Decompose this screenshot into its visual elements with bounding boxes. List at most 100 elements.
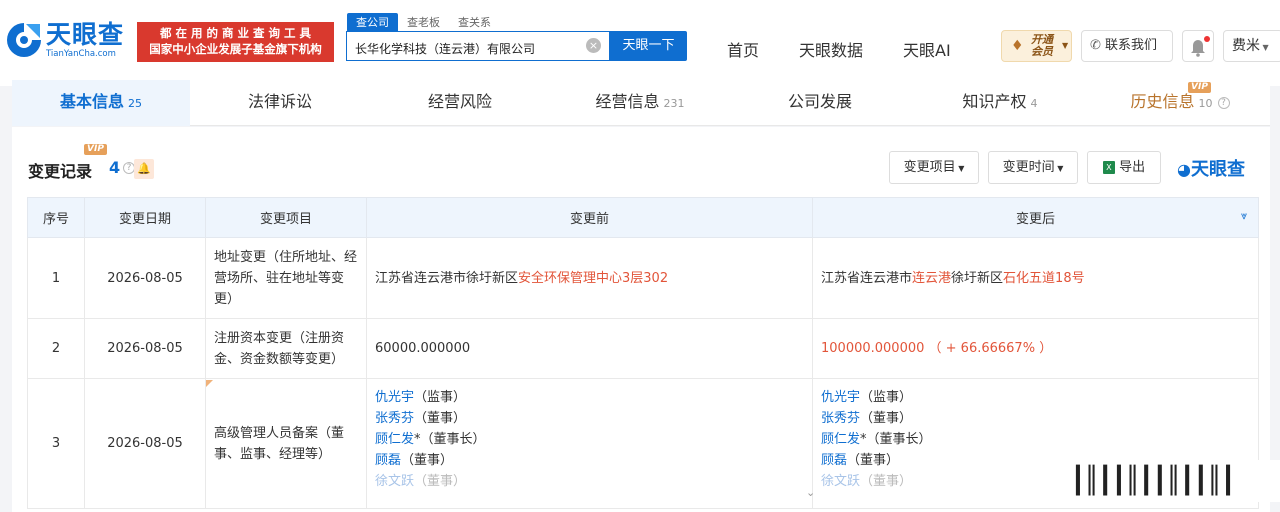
- nav-ai[interactable]: 天眼AI: [903, 37, 951, 61]
- tab-count: 4: [1030, 97, 1038, 110]
- export-button[interactable]: X 导出: [1087, 151, 1161, 184]
- alert-bell-icon[interactable]: 🔔: [134, 159, 154, 179]
- row-after: 江苏省连云港市连云港徐圩新区石化五道18号: [812, 237, 1259, 319]
- row-before: 江苏省连云港市徐圩新区安全环保管理中心3层302: [366, 237, 813, 319]
- before-highlight: 安全环保管理中心3层302: [518, 270, 669, 286]
- row-before: 60000.000000: [366, 318, 813, 379]
- notification-button[interactable]: [1182, 30, 1214, 62]
- after-text: 江苏省连云港市: [821, 270, 913, 286]
- row-date: 2026-08-05: [84, 378, 206, 509]
- before-text: 江苏省连云港市徐圩新区: [375, 270, 519, 286]
- person-link[interactable]: 仇光宇: [821, 390, 860, 405]
- person-entry: 顾磊（董事）: [375, 450, 804, 471]
- row-number: 3: [27, 378, 85, 509]
- row-number: 1: [27, 237, 85, 319]
- logo-domain: TianYanCha.com: [46, 48, 116, 59]
- button-label: 变更时间: [1002, 160, 1055, 175]
- after-highlight: 连云港: [912, 270, 952, 286]
- search-input[interactable]: 长华化学科技（连云港）有限公司: [346, 31, 610, 61]
- slogan-banner[interactable]: 都 在 用 的 商 业 查 询 工 具 国家中小企业发展子基金旗下机构: [137, 22, 334, 62]
- person-entry: 顾仁发*（董事长）: [821, 429, 1250, 450]
- user-menu[interactable]: 费米 ▼: [1223, 30, 1280, 62]
- person-entry: 顾仁发*（董事长）: [375, 429, 804, 450]
- person-link[interactable]: 张秀芬: [375, 411, 414, 426]
- tab-label: 法律诉讼: [247, 92, 312, 111]
- brand-watermark: ◕天眼查: [1177, 155, 1245, 181]
- person-role: （董事）: [860, 411, 913, 426]
- contact-button[interactable]: ✆ 联系我们: [1081, 30, 1173, 62]
- contact-label: 联系我们: [1105, 38, 1158, 53]
- column-header: 变更后: [812, 197, 1259, 238]
- search-tab-boss[interactable]: 查老板: [398, 13, 449, 31]
- tab-ip[interactable]: 知识产权 4: [910, 80, 1090, 126]
- person-link[interactable]: 顾磊: [375, 453, 401, 468]
- expand-more-icon[interactable]: ⌄: [806, 486, 815, 499]
- tab-label: 经营信息: [595, 92, 660, 111]
- nav-data[interactable]: 天眼数据: [799, 37, 863, 61]
- image-watermark: ┃║┃┃║┃┃║┃┃║┃: [1060, 460, 1280, 502]
- person-link[interactable]: 顾磊: [821, 453, 847, 468]
- person-entry: 仇光宇（监事）: [821, 387, 1250, 408]
- tab-count: 10: [1198, 97, 1213, 110]
- filter-change-time-button[interactable]: 变更时间 ▼: [988, 151, 1078, 184]
- vip-line2: 会员: [1031, 45, 1053, 58]
- diamond-icon: ♦: [1011, 38, 1024, 54]
- vip-badge: VIP: [1188, 82, 1211, 93]
- column-header: 序号: [27, 197, 85, 238]
- notification-dot: [1204, 36, 1210, 42]
- row-item: 高级管理人员备案（董事、监事、经理等）: [205, 378, 367, 509]
- open-vip-button[interactable]: ♦ 开通 会员 ▼: [1001, 30, 1072, 62]
- person-role: （董事）: [401, 453, 454, 468]
- person-role: （董事）: [847, 453, 900, 468]
- search-button[interactable]: 天眼一下: [610, 31, 687, 61]
- search-type-tabs: 查公司 查老板 查关系: [347, 13, 500, 31]
- tab-operation[interactable]: 经营信息 231: [550, 80, 730, 126]
- tab-label: 基本信息: [59, 92, 124, 111]
- tab-count: 25: [128, 97, 142, 110]
- phone-icon: ✆: [1090, 38, 1106, 53]
- filter-change-item-button[interactable]: 变更项目 ▼: [889, 151, 979, 184]
- person-link[interactable]: 顾仁发: [821, 432, 860, 447]
- row-item: 地址变更（住所地址、经营场所、驻在地址等变更）: [205, 237, 367, 319]
- person-link[interactable]: 徐文跃: [821, 474, 860, 489]
- button-label: 变更项目: [903, 160, 956, 175]
- vip-badge: VIP: [84, 144, 107, 155]
- user-name: 费米: [1232, 38, 1260, 54]
- nav-home[interactable]: 首页: [727, 37, 759, 61]
- tab-count: 231: [663, 97, 685, 110]
- logo[interactable]: 天眼查 TianYanCha.com: [4, 20, 124, 60]
- company-tabs: 基本信息 25 法律诉讼 经营风险 经营信息 231 公司发展 知识产权 4 历史信息…: [12, 80, 1270, 126]
- section-count: 4: [109, 158, 121, 177]
- person-role: （董事）: [414, 411, 467, 426]
- table-header-row: 序号 变更日期 变更项目 变更前 变更后: [27, 197, 1259, 238]
- person-link[interactable]: 徐文跃: [375, 474, 414, 489]
- help-icon[interactable]: ?: [1217, 96, 1230, 109]
- tab-development[interactable]: 公司发展: [730, 80, 910, 126]
- clear-icon[interactable]: ×: [586, 38, 601, 53]
- person-role: （监事）: [860, 390, 913, 405]
- tab-basic-info[interactable]: 基本信息 25: [12, 80, 190, 126]
- slogan-line1: 都 在 用 的 商 业 查 询 工 具: [159, 26, 312, 40]
- person-role: *（董事长）: [414, 432, 486, 447]
- brand-text: 天眼查: [1190, 159, 1245, 180]
- search-tab-relation[interactable]: 查关系: [449, 13, 500, 31]
- search-tab-company[interactable]: 查公司: [347, 13, 398, 31]
- collapse-chevron-icon[interactable]: ⩔: [1241, 209, 1247, 223]
- tab-risk[interactable]: 经营风险: [370, 80, 550, 126]
- eye-logo-icon: ◕: [1177, 160, 1191, 179]
- corner-mark: [206, 380, 213, 387]
- person-role: （董事）: [414, 474, 467, 489]
- person-link[interactable]: 仇光宇: [375, 390, 414, 405]
- tab-legal[interactable]: 法律诉讼: [190, 80, 370, 126]
- person-link[interactable]: 顾仁发: [375, 432, 414, 447]
- chevron-down-icon: ▼: [1260, 43, 1269, 52]
- person-link[interactable]: 张秀芬: [821, 411, 860, 426]
- row-date: 2026-08-05: [84, 237, 206, 319]
- tab-history[interactable]: 历史信息 10 ?: [1090, 80, 1270, 126]
- excel-icon: X: [1102, 161, 1115, 174]
- section-title: 变更记录: [28, 162, 93, 181]
- column-header: 变更前: [366, 197, 813, 238]
- chevron-down-icon: ▼: [1062, 41, 1069, 50]
- person-entry: 徐文跃（董事）: [375, 471, 804, 492]
- top-nav: 首页 天眼数据 天眼AI: [727, 37, 991, 61]
